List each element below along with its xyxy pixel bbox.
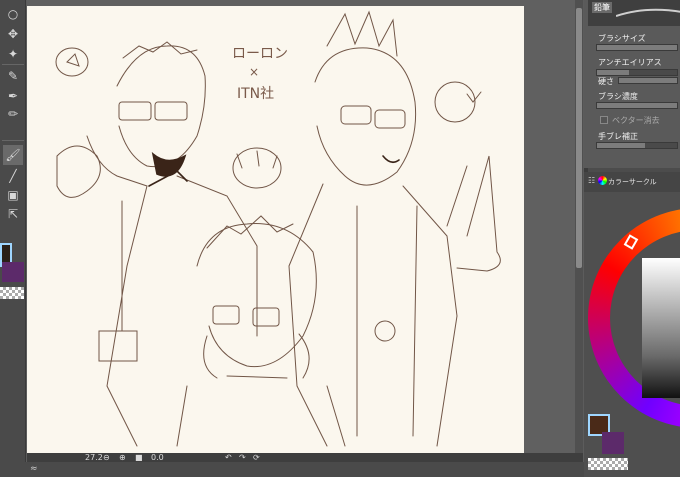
anti-alias-slider[interactable] bbox=[596, 69, 678, 76]
canvas-vertical-scrollbar[interactable] bbox=[575, 0, 583, 462]
hardness-label: 硬さ bbox=[598, 77, 614, 86]
sketch-text-2: × bbox=[249, 65, 259, 79]
sub-color-swatch[interactable] bbox=[2, 262, 24, 282]
line-tool-icon[interactable]: ╱ bbox=[3, 166, 23, 186]
brush-density-label: ブラシ濃度 bbox=[598, 92, 638, 101]
zoom-tool-icon[interactable]: ○ bbox=[3, 4, 23, 24]
scrollbar-thumb[interactable] bbox=[576, 8, 582, 268]
brush-stroke-icon bbox=[616, 8, 680, 17]
sketch-artwork: ローロン × ITN社 bbox=[55, 10, 501, 447]
collapse-icon[interactable]: ≈ bbox=[30, 463, 40, 475]
background-color-swatch[interactable] bbox=[602, 432, 624, 454]
brush-size-slider[interactable] bbox=[596, 44, 678, 51]
canvas-area[interactable]: ローロン × ITN社 bbox=[27, 0, 583, 462]
right-panel: 鉛筆 ブラシサイズ アンチエイリアス 硬さ ブラシ濃度 ベクター消去 手ブレ補正… bbox=[584, 0, 680, 477]
drawing-paper[interactable]: ローロン × ITN社 bbox=[27, 6, 524, 456]
vector-erase-checkbox[interactable] bbox=[600, 116, 608, 124]
divider bbox=[2, 140, 24, 141]
stabilization-slider[interactable] bbox=[596, 142, 678, 149]
tool-property-panel: 鉛筆 ブラシサイズ アンチエイリアス 硬さ ブラシ濃度 ベクター消去 手ブレ補正 bbox=[584, 0, 680, 168]
transparent-color-swatch[interactable] bbox=[0, 287, 24, 299]
frame-tool-icon[interactable]: ▣ bbox=[3, 185, 23, 205]
fit-view-icon[interactable]: ■ bbox=[135, 453, 143, 462]
divider bbox=[2, 64, 24, 65]
app-window: ○ ✥ ✦ ✎ ✒ ✏ 🖌 ╱ ▣ ⇱ ローロン × ITN社 27.2 ⊖ ⊕… bbox=[0, 0, 680, 477]
canvas-status-bar: 27.2 ⊖ ⊕ ■ 0.0 ↶ ↷ ⟳ bbox=[27, 453, 583, 462]
zoom-in-icon[interactable]: ⊕ bbox=[119, 453, 126, 462]
sketch-text-3: ITN社 bbox=[237, 86, 274, 102]
color-wheel-icon bbox=[598, 176, 607, 185]
rotate-left-icon[interactable]: ↶ bbox=[225, 453, 232, 462]
text-tool-icon[interactable]: ⇱ bbox=[3, 204, 23, 224]
anti-alias-label: アンチエイリアス bbox=[598, 58, 662, 67]
color-circle-tab[interactable]: カラーサークル bbox=[608, 177, 657, 187]
transparent-color-swatch[interactable] bbox=[588, 458, 628, 470]
brush-density-slider[interactable] bbox=[596, 102, 678, 109]
pen-tool-icon[interactable]: ✒ bbox=[3, 86, 23, 106]
color-circle-panel bbox=[584, 192, 680, 477]
brush-tool-icon[interactable]: 🖌 bbox=[3, 145, 23, 165]
zoom-value[interactable]: 27.2 bbox=[85, 453, 103, 462]
eyedropper-tool-icon[interactable]: ✎ bbox=[3, 66, 23, 86]
rotate-reset-icon[interactable]: ⟳ bbox=[253, 453, 260, 462]
stabilization-label: 手ブレ補正 bbox=[598, 132, 638, 141]
brush-tab[interactable]: 鉛筆 bbox=[592, 2, 612, 13]
sketch-text-1: ローロン bbox=[232, 46, 288, 62]
zoom-out-icon[interactable]: ⊖ bbox=[103, 453, 110, 462]
color-panel-header: ☷ カラーサークル bbox=[584, 172, 680, 192]
tool-palette: ○ ✥ ✦ ✎ ✒ ✏ 🖌 ╱ ▣ ⇱ bbox=[0, 0, 26, 462]
angle-value[interactable]: 0.0 bbox=[151, 453, 164, 462]
brush-size-label: ブラシサイズ bbox=[598, 34, 646, 43]
select-tool-icon[interactable]: ✦ bbox=[3, 44, 23, 64]
vector-erase-label: ベクター消去 bbox=[612, 116, 660, 125]
saturation-value-square[interactable] bbox=[642, 258, 680, 398]
bottom-bar bbox=[0, 462, 680, 477]
pencil-tool-icon[interactable]: ✏ bbox=[3, 104, 23, 124]
panel-menu-icon[interactable]: ☷ bbox=[588, 176, 598, 186]
move-tool-icon[interactable]: ✥ bbox=[3, 24, 23, 44]
hardness-slider[interactable] bbox=[618, 77, 678, 84]
brush-preview-header: 鉛筆 bbox=[588, 0, 680, 26]
rotate-right-icon[interactable]: ↷ bbox=[239, 453, 246, 462]
